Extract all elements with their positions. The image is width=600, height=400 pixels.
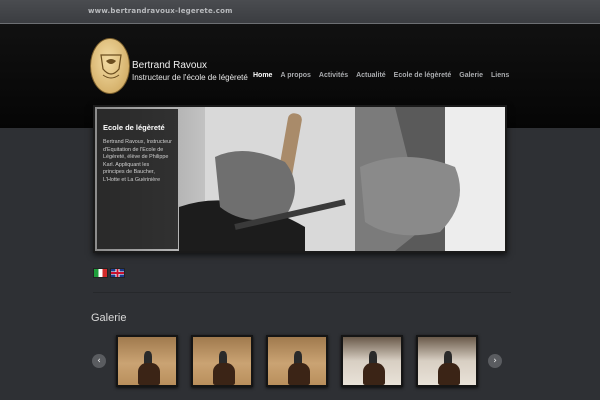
language-switcher (93, 268, 125, 278)
nav-a-propos[interactable]: A propos (280, 72, 310, 84)
main-nav: Home A propos Activités Actualité Ecole … (253, 72, 509, 84)
nav-galerie[interactable]: Galerie (459, 72, 483, 84)
slide-caption: Ecole de légèreté Bertrand Ravoux, Instr… (97, 109, 178, 249)
gallery-thumbnail[interactable] (341, 335, 403, 387)
gallery-thumbnail[interactable] (266, 335, 328, 387)
chevron-right-icon[interactable]: › (488, 354, 502, 368)
caption-title: Ecole de légèreté (103, 123, 165, 132)
gallery-thumbnail[interactable] (416, 335, 478, 387)
hero-slider[interactable]: Ecole de légèreté Bertrand Ravoux, Instr… (93, 105, 507, 253)
gallery-thumbnails (116, 335, 478, 387)
nav-liens[interactable]: Liens (491, 72, 509, 84)
brand-subtitle: Instructeur de l'école de légèreté (132, 73, 248, 82)
brand-name: Bertrand Ravoux (132, 60, 208, 71)
italian-flag-icon[interactable] (93, 268, 108, 278)
chevron-left-icon[interactable]: ‹ (92, 354, 106, 368)
nav-home[interactable]: Home (253, 72, 272, 84)
url-bar: www.bertrandravoux-legerete.com (0, 0, 600, 24)
nav-activites[interactable]: Activités (319, 72, 348, 84)
caption-text: Bertrand Ravoux, Instructeur d'Equitatio… (103, 139, 172, 183)
section-divider (93, 292, 511, 293)
gallery-thumbnail[interactable] (191, 335, 253, 387)
nav-ecole-de-legerete[interactable]: Ecole de légèreté (394, 72, 452, 84)
site-url[interactable]: www.bertrandravoux-legerete.com (88, 7, 233, 15)
uk-flag-icon[interactable] (110, 268, 125, 278)
gallery-title: Galerie (91, 312, 127, 324)
gallery-thumbnail[interactable] (116, 335, 178, 387)
logo-emblem-icon[interactable] (90, 38, 130, 94)
nav-actualite[interactable]: Actualité (356, 72, 386, 84)
